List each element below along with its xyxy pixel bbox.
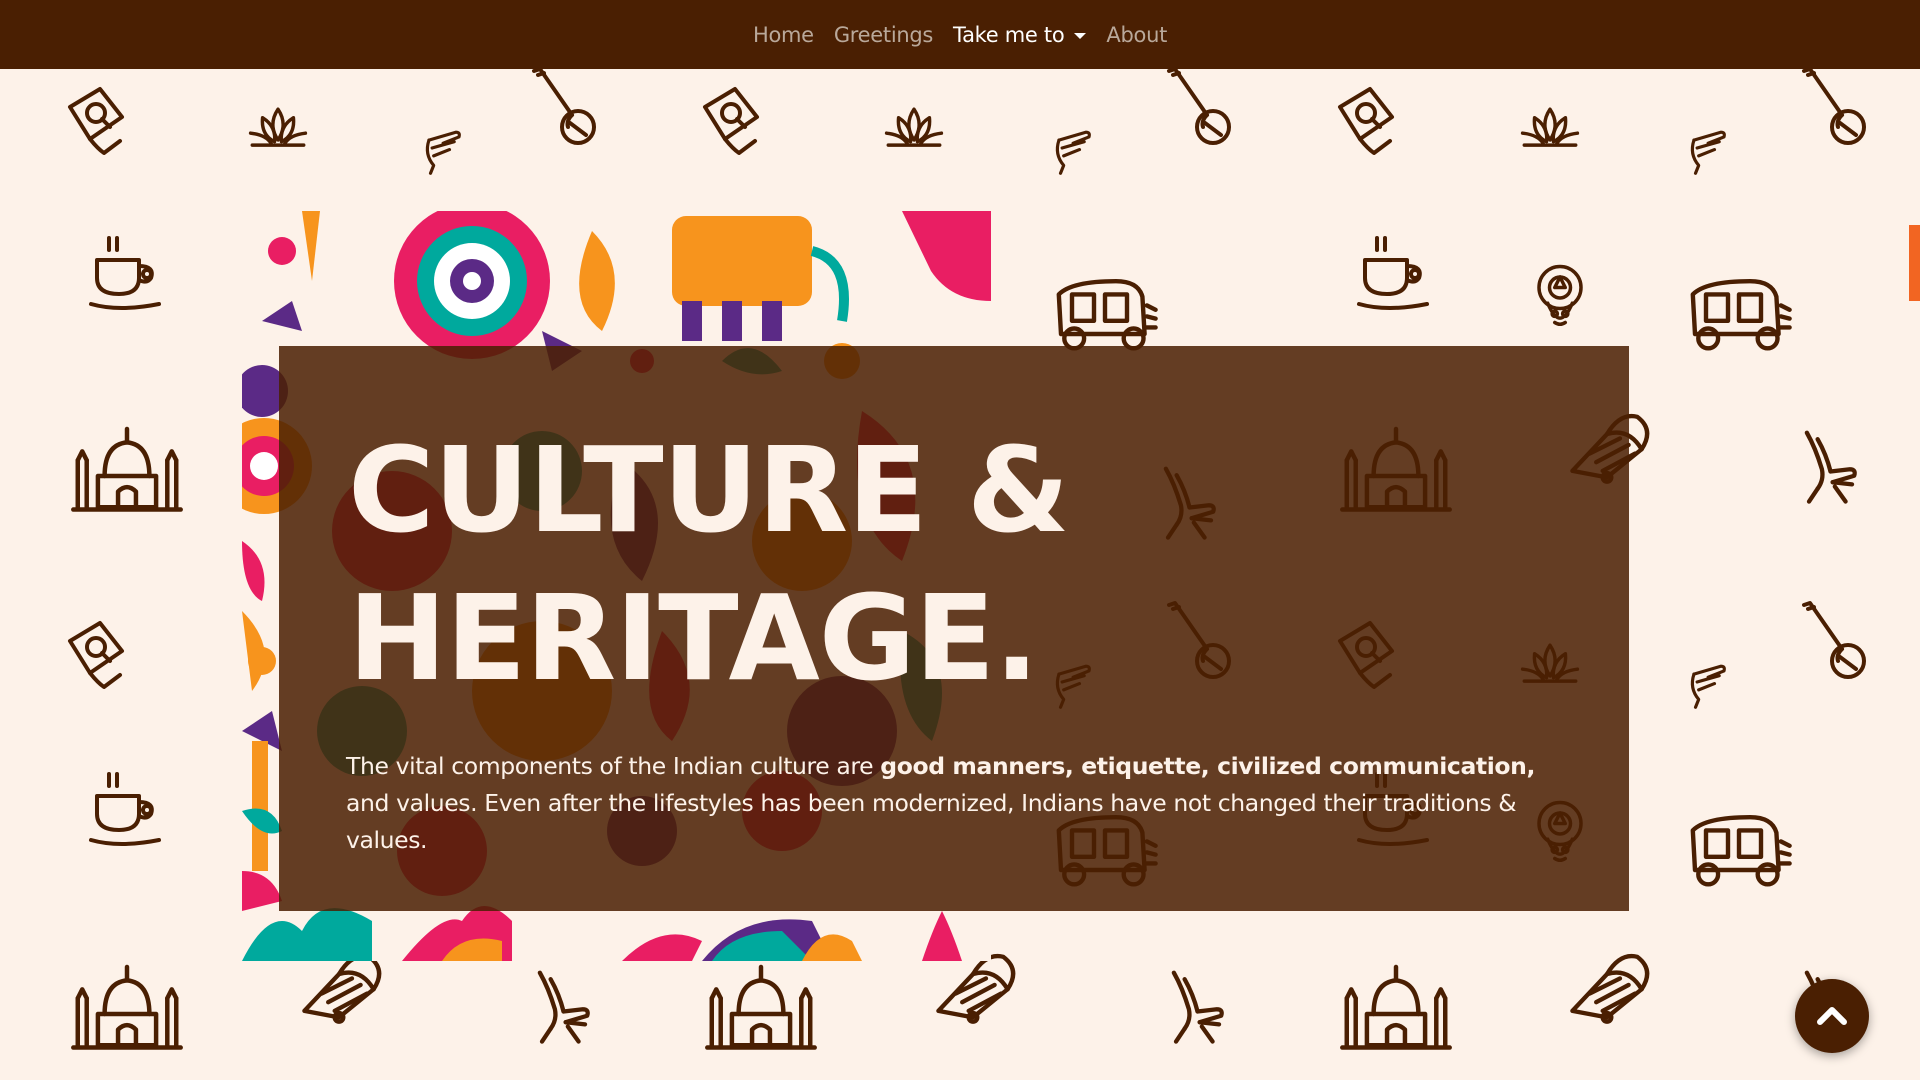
scroll-indicator [1909, 225, 1920, 301]
hero-card: CULTURE & HERITAGE. The vital components… [279, 346, 1629, 911]
description-outro: and values. Even after the lifestyles ha… [346, 789, 1517, 854]
namaste-icon [1783, 422, 1863, 508]
sitar-icon [1790, 56, 1870, 156]
sitar-icon [1155, 56, 1235, 156]
namaste-icon [1150, 962, 1230, 1048]
tea-cup-icon [1346, 232, 1436, 314]
namaste-icon [516, 962, 596, 1048]
kite-icon [60, 606, 140, 696]
lotus-icon [1508, 92, 1592, 152]
taj-mahal-icon [698, 958, 824, 1052]
lotus-icon [236, 92, 320, 152]
title-line-1: CULTURE & [348, 421, 1070, 559]
caret-down-icon [1074, 32, 1087, 39]
nav-about[interactable]: About [1106, 23, 1167, 47]
title-line-2: HERITAGE. [348, 569, 1039, 707]
dance-hand-icon [1040, 118, 1100, 178]
nav-home[interactable]: Home [753, 23, 814, 47]
scroll-to-top-button[interactable] [1795, 979, 1869, 1053]
dance-hand-icon [1675, 652, 1735, 712]
hero-description: The vital components of the Indian cultu… [346, 748, 1576, 859]
sitar-icon [520, 56, 600, 156]
kathakali-icon [1525, 248, 1595, 348]
dance-hand-icon [1675, 118, 1735, 178]
taj-mahal-icon [1333, 958, 1459, 1052]
tea-cup-icon [78, 768, 168, 850]
description-intro: The vital components of the Indian cultu… [346, 752, 874, 780]
page-title: CULTURE & HERITAGE. [348, 416, 1070, 712]
nav-take-me-to-label: Take me to [953, 22, 1065, 47]
auto-rickshaw-icon [1684, 272, 1794, 352]
tea-cup-icon [78, 232, 168, 314]
dance-hand-icon [410, 118, 470, 178]
chevron-up-icon [1817, 1007, 1847, 1025]
nav-take-me-to-dropdown[interactable]: Take me to [953, 22, 1087, 47]
sitar-icon [1790, 590, 1870, 690]
kite-icon [1330, 72, 1410, 162]
taj-mahal-icon [64, 958, 190, 1052]
description-highlight: good manners, etiquette, civilized commu… [880, 752, 1536, 780]
kite-icon [60, 72, 140, 162]
nav-greetings[interactable]: Greetings [834, 23, 934, 47]
fan-icon [1562, 946, 1652, 1026]
navbar: Home Greetings Take me to About [0, 0, 1920, 69]
kite-icon [695, 72, 775, 162]
lotus-icon [872, 92, 956, 152]
taj-mahal-icon [64, 420, 190, 514]
auto-rickshaw-icon [1050, 272, 1160, 352]
auto-rickshaw-icon [1684, 808, 1794, 888]
